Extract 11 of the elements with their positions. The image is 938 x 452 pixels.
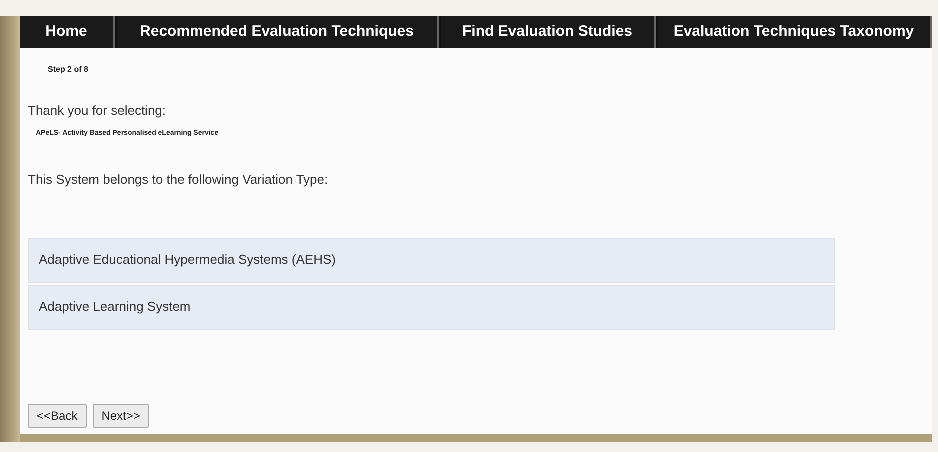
variation-type-item: Adaptive Learning System (28, 284, 835, 330)
nav-link[interactable]: Find Evaluation Studies (441, 16, 656, 48)
variation-heading: This System belongs to the following Variation Type: (28, 171, 328, 189)
variation-type-item: Adaptive Educational Hypermedia Systems (AEHS) (28, 238, 835, 282)
nav-link[interactable]: Evaluation Techniques Taxonomy (658, 16, 932, 48)
nav-link[interactable]: Home (20, 16, 115, 48)
nav-button[interactable]: <<Back (28, 404, 87, 428)
intro-text: Thank you for selecting: (28, 102, 166, 120)
nav-link[interactable]: Recommended Evaluation Techniques (117, 16, 439, 48)
step-indicator: Step 2 of 8 (48, 64, 88, 76)
nav-button[interactable]: Next>> (92, 404, 150, 428)
